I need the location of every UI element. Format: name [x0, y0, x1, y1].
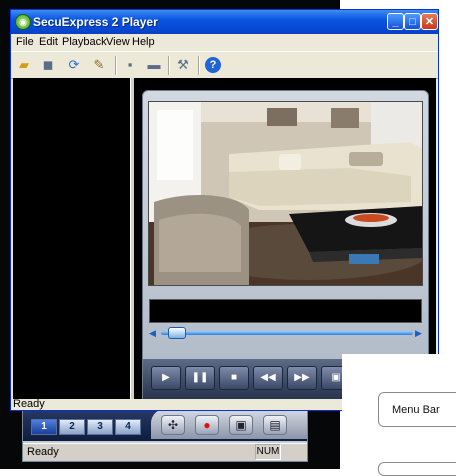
- app-icon: ◉: [15, 14, 31, 30]
- edit-icon[interactable]: ✎: [91, 57, 107, 73]
- snapshot-icon[interactable]: ▣: [229, 415, 253, 435]
- menu-help[interactable]: Help: [132, 36, 155, 48]
- record-icon[interactable]: ●: [195, 415, 219, 435]
- refresh-icon[interactable]: ⟳: [66, 57, 82, 73]
- seek-right-arrow-icon[interactable]: ▶: [415, 328, 422, 339]
- seek-track[interactable]: [161, 331, 413, 335]
- caption-bar: [149, 299, 422, 323]
- camera-icon[interactable]: ◼: [40, 57, 56, 73]
- num-lock-indicator: NUM: [255, 444, 281, 460]
- background-player-window: 1 2 3 4 ✣ ● ▣ ▤ Ready NUM: [22, 404, 308, 462]
- maximize-button[interactable]: □: [404, 13, 421, 30]
- toolbar-separator: [198, 56, 200, 75]
- background-statusbar: Ready NUM: [23, 443, 307, 460]
- channel-4-button[interactable]: 4: [115, 419, 141, 435]
- toolbar-separator: [115, 56, 117, 75]
- window-title: SecuExpress 2 Player: [33, 15, 158, 29]
- rewind-icon[interactable]: ◀◀: [253, 366, 283, 390]
- fast-forward-icon[interactable]: ▶▶: [287, 366, 317, 390]
- video-frame-image: [149, 102, 422, 285]
- background-toolbar: ✣ ● ▣ ▤: [151, 409, 307, 439]
- help-icon[interactable]: ?: [205, 57, 221, 73]
- toolbar: ▰ ◼ ⟳ ✎ ▪ ▬ ⚒ ?: [11, 51, 438, 79]
- status-text: Ready: [13, 398, 45, 410]
- menu-file[interactable]: File: [16, 36, 34, 48]
- main-window: ◉ SecuExpress 2 Player _ □ ✕ File Edit P…: [10, 9, 439, 411]
- seek-knob[interactable]: [168, 327, 187, 339]
- channel-1-button[interactable]: 1: [31, 419, 57, 435]
- menu-bar: File Edit Playback View Help: [11, 34, 438, 50]
- toolbar-separator: [168, 56, 170, 75]
- channel-3-button[interactable]: 3: [87, 419, 113, 435]
- title-bar[interactable]: ◉ SecuExpress 2 Player _ □ ✕: [11, 10, 438, 34]
- settings-icon[interactable]: ⚒: [175, 57, 191, 73]
- video-display[interactable]: [148, 101, 423, 286]
- seek-bar[interactable]: ◀ ▶: [147, 327, 424, 339]
- seek-left-arrow-icon[interactable]: ◀: [149, 328, 156, 339]
- callout-label: Menu Bar: [392, 404, 440, 416]
- ptz-icon[interactable]: ✣: [161, 415, 185, 435]
- background-status-text: Ready: [27, 446, 59, 458]
- open-folder-icon[interactable]: ▰: [16, 57, 32, 73]
- device-tree-pane[interactable]: [13, 78, 130, 399]
- stop-icon[interactable]: ■: [219, 366, 249, 390]
- player-pane: ◀ ▶ ▶ ❚❚ ■ ◀◀ ▶▶ ▣: [134, 78, 436, 401]
- next-callout: [378, 462, 456, 476]
- film-icon[interactable]: ▤: [263, 415, 287, 435]
- menu-bar-callout: Menu Bar: [378, 392, 456, 427]
- menu-view[interactable]: View: [106, 36, 130, 48]
- save-icon[interactable]: ▪: [122, 57, 138, 73]
- play-icon[interactable]: ▶: [151, 366, 181, 390]
- minimize-button[interactable]: _: [387, 13, 404, 30]
- channel-2-button[interactable]: 2: [59, 419, 85, 435]
- menu-playback[interactable]: Playback: [62, 36, 107, 48]
- menu-edit[interactable]: Edit: [39, 36, 58, 48]
- folder-icon[interactable]: ▬: [146, 57, 162, 73]
- pause-icon[interactable]: ❚❚: [185, 366, 215, 390]
- close-button[interactable]: ✕: [421, 13, 438, 30]
